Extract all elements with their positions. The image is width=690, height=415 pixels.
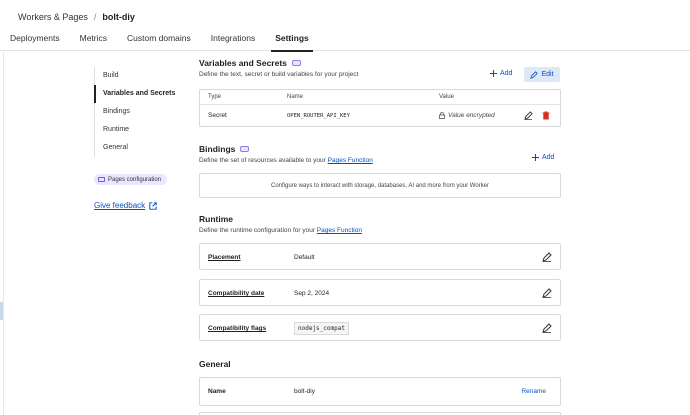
runtime-description: Define the runtime configuration for you… <box>199 227 561 234</box>
breadcrumb: Workers & Pages / bolt-diy <box>18 12 135 22</box>
plus-icon <box>532 154 539 161</box>
add-variable-button[interactable]: Add <box>490 70 512 77</box>
lock-icon <box>439 112 445 119</box>
name-label: Name <box>208 388 226 395</box>
variables-table-header: Type Name Value <box>200 90 560 105</box>
col-value: Value <box>439 94 454 100</box>
add-variable-label: Add <box>500 70 513 77</box>
compat-date-value: Sep 2, 2024 <box>294 290 330 297</box>
edit-row-pencil-icon[interactable] <box>524 111 533 120</box>
general-row-name: Name bolt-diy Rename <box>199 377 561 406</box>
table-row: Secret OPEN_ROUTER_API_KEY Value encrypt… <box>200 105 560 127</box>
variables-title: Variables and Secrets <box>199 58 287 68</box>
sidenav-item-general[interactable]: General <box>95 139 180 157</box>
col-type: Type <box>208 94 222 100</box>
edit-pencil-icon[interactable] <box>542 252 552 262</box>
config-badge-icon <box>291 60 301 66</box>
tab-custom-domains[interactable]: Custom domains <box>117 33 201 51</box>
compat-flags-value: nodejs_compat <box>294 322 349 335</box>
pages-configuration-pill[interactable]: Pages configuration <box>94 174 168 185</box>
runtime-row-compat-date: Compatibility date Sep 2, 2024 <box>199 279 561 306</box>
delete-trash-icon[interactable] <box>542 111 550 120</box>
pencil-icon <box>530 70 539 79</box>
compat-date-label[interactable]: Compatibility date <box>208 290 264 297</box>
left-edge-marker <box>0 302 3 320</box>
breadcrumb-parent[interactable]: Workers & Pages <box>18 12 88 22</box>
var-type: Secret <box>208 112 227 119</box>
general-section: General <box>199 359 561 369</box>
runtime-title: Runtime <box>199 214 233 224</box>
placement-label[interactable]: Placement <box>208 254 241 261</box>
bindings-title-row: Bindings <box>199 144 561 154</box>
edit-variables-button[interactable]: Edit <box>524 67 560 82</box>
var-value: Value encrypted <box>448 112 495 119</box>
name-value: bolt-diy <box>294 388 315 395</box>
sidenav-item-build[interactable]: Build <box>95 67 180 85</box>
tab-bar: Deployments Metrics Custom domains Integ… <box>0 33 319 52</box>
general-title: General <box>199 359 231 369</box>
bindings-description: Define the set of resources available to… <box>199 157 561 164</box>
settings-sidenav: Build Variables and Secrets Bindings Run… <box>94 67 180 157</box>
tab-deployments[interactable]: Deployments <box>0 33 70 51</box>
top-header: Workers & Pages / bolt-diy Deployments M… <box>0 0 690 52</box>
give-feedback-link[interactable]: Give feedback <box>94 201 157 210</box>
edit-pencil-icon[interactable] <box>542 288 552 298</box>
tab-settings[interactable]: Settings <box>265 33 319 52</box>
left-edge-strip <box>0 52 4 415</box>
runtime-row-compat-flags: Compatibility flags nodejs_compat <box>199 314 561 341</box>
variables-title-row: Variables and Secrets <box>199 58 561 68</box>
plus-icon <box>490 70 497 77</box>
variables-table: Type Name Value Secret OPEN_ROUTER_API_K… <box>199 89 561 127</box>
bindings-title: Bindings <box>199 144 236 154</box>
pages-function-link[interactable]: Pages Function <box>317 227 362 234</box>
compat-flags-label[interactable]: Compatibility flags <box>208 325 266 332</box>
runtime-row-placement: Placement Default <box>199 243 561 270</box>
tab-metrics[interactable]: Metrics <box>70 33 117 51</box>
sidenav-item-bindings[interactable]: Bindings <box>95 103 180 121</box>
pages-function-link[interactable]: Pages Function <box>328 157 373 164</box>
tab-integrations[interactable]: Integrations <box>201 33 265 51</box>
sidenav-item-variables[interactable]: Variables and Secrets <box>94 85 180 103</box>
col-name: Name <box>287 94 304 100</box>
bindings-empty-box: Configure ways to interact with storage,… <box>199 173 561 198</box>
feedback-label: Give feedback <box>94 201 146 210</box>
runtime-section: Runtime Define the runtime configuration… <box>199 214 561 234</box>
breadcrumb-current: bolt-diy <box>102 12 135 22</box>
pill-label: Pages configuration <box>108 176 162 183</box>
var-name: OPEN_ROUTER_API_KEY <box>287 113 350 119</box>
bindings-section: Bindings Define the set of resources ava… <box>199 144 561 164</box>
edit-pencil-icon[interactable] <box>542 323 552 333</box>
bindings-empty-text: Configure ways to interact with storage,… <box>271 182 489 189</box>
runtime-desc-text: Define the runtime configuration for you… <box>199 227 315 234</box>
bindings-desc-text: Define the set of resources available to… <box>199 157 326 164</box>
config-badge-icon <box>240 146 250 152</box>
sidenav-item-runtime[interactable]: Runtime <box>95 121 180 139</box>
breadcrumb-separator: / <box>93 12 97 22</box>
external-link-icon <box>149 201 157 210</box>
add-binding-button[interactable]: Add <box>532 154 554 161</box>
rename-button[interactable]: Rename <box>521 388 546 395</box>
edit-label: Edit <box>541 71 554 78</box>
config-file-icon <box>98 177 105 182</box>
placement-value: Default <box>294 254 315 261</box>
add-binding-label: Add <box>542 154 555 161</box>
